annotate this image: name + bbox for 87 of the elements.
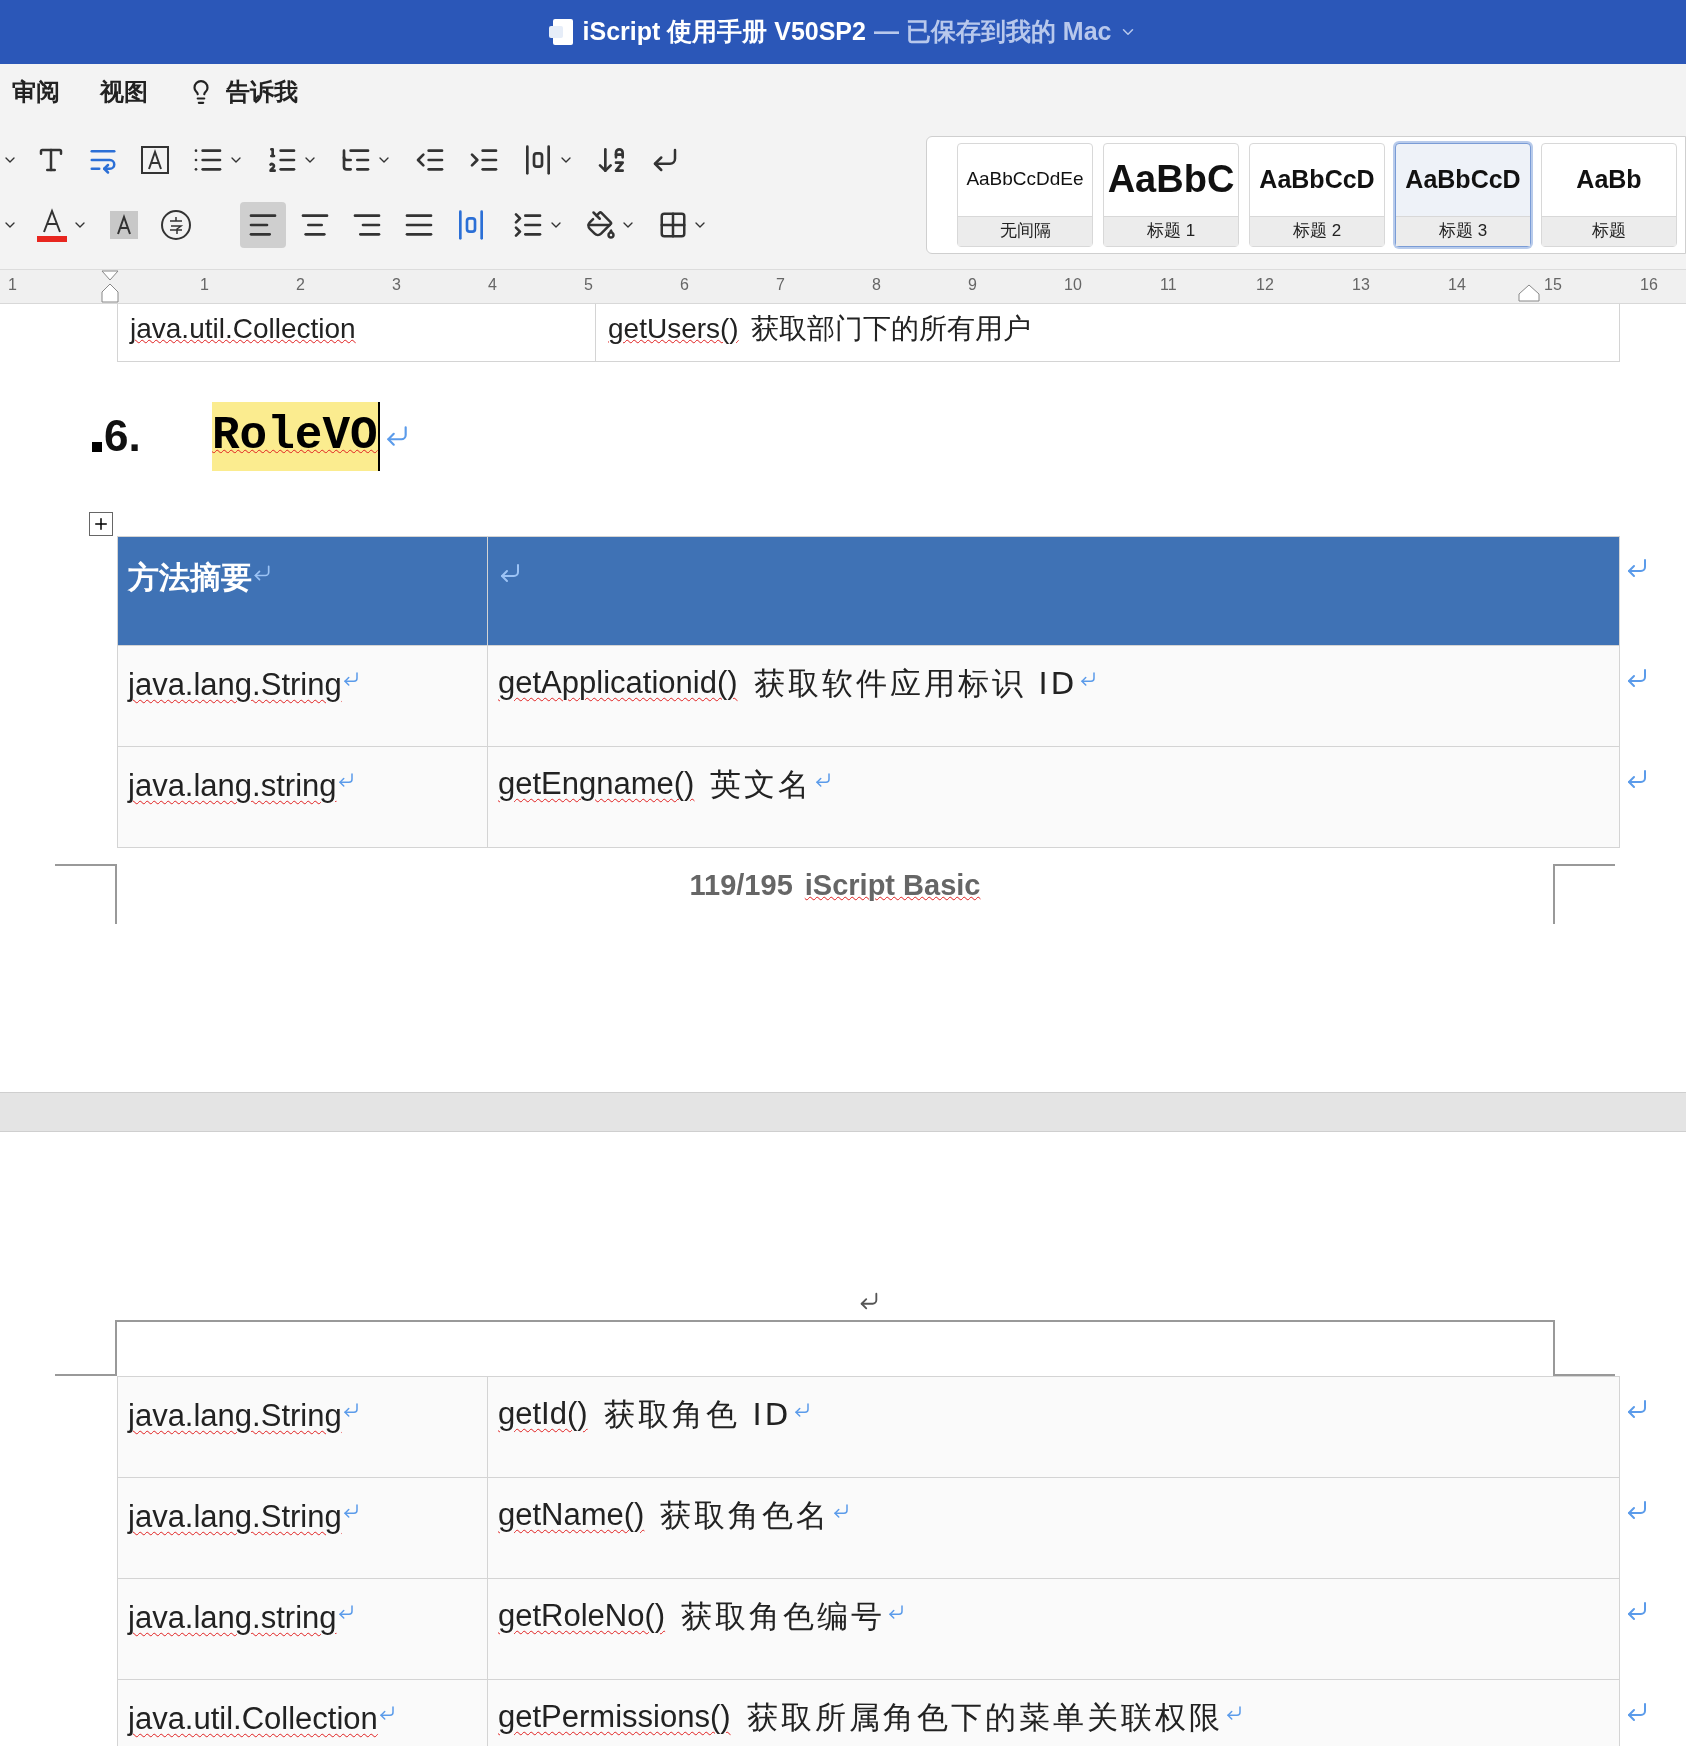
ruler-number: 11: [1160, 275, 1177, 295]
description-text: 获取部门下的所有用户: [750, 311, 1031, 347]
paragraph-mark-icon: [1079, 670, 1098, 688]
save-status: — 已保存到我的 Mac: [873, 16, 1112, 48]
tell-me-tab[interactable]: 告诉我: [188, 74, 298, 110]
method-text: getId(): [498, 1395, 588, 1433]
type-text: java.lang.String: [128, 1498, 342, 1536]
method-text: getName(): [498, 1496, 645, 1534]
paragraph-mark-icon: [341, 1401, 360, 1419]
paragraph-mark-icon: [814, 771, 833, 789]
paint-bucket-icon: [586, 209, 616, 240]
type-text: java.lang.String: [128, 1397, 342, 1435]
paragraph-mark-icon: [341, 1502, 360, 1520]
method-text: getApplicationid(): [498, 664, 738, 702]
description-text: 获取角色 ID: [603, 1395, 792, 1434]
ruler-number: 1: [200, 275, 209, 295]
paragraph-mark-icon: [1625, 767, 1649, 791]
paragraph-mark-icon: [832, 1502, 851, 1520]
ruler-number: 1: [8, 275, 17, 295]
method-text: getPermissions(): [498, 1698, 731, 1736]
description-text: 英文名: [710, 765, 813, 804]
type-text: java.lang.String: [128, 666, 342, 704]
indent-marker-icon: [1518, 284, 1540, 302]
style-option[interactable]: AaBbCcDdEe 无间隔: [957, 142, 1093, 247]
paragraph-mark-icon: [336, 771, 355, 789]
paragraph-mark-icon: [498, 561, 522, 585]
font-color-icon: [36, 207, 68, 242]
description-text: 获取软件应用标识 ID: [753, 664, 1078, 703]
move-icon: [92, 515, 110, 533]
window-title: iScript 使用手册 V50SP2: [582, 16, 866, 48]
boxed-letter-icon: [140, 144, 170, 175]
paragraph-mark-icon: [1625, 1700, 1649, 1724]
ruler-number: 8: [872, 275, 881, 295]
crop-mark: [55, 864, 117, 924]
ribbon-tab[interactable]: 视图: [100, 74, 148, 110]
ruler-number: 7: [776, 275, 785, 295]
paragraph-mark-icon: [1625, 1397, 1649, 1421]
bullet-icon: [92, 442, 102, 452]
description-text: 获取角色编号: [681, 1597, 886, 1636]
paragraph-mark-icon: [1224, 1704, 1243, 1722]
paragraph-mark-icon: [341, 670, 360, 688]
ruler-number: 15: [1544, 275, 1562, 295]
heading-number: 6.: [104, 410, 142, 462]
paragraph-mark-icon: [252, 563, 272, 583]
ruler-number: 16: [1640, 275, 1658, 295]
footer-title: iScript Basic: [804, 868, 981, 903]
ruler-number: 13: [1352, 275, 1370, 295]
method-text: getUsers(): [608, 312, 739, 346]
description-text: 获取角色名: [660, 1496, 831, 1535]
description-text: 获取所属角色下的菜单关联权限: [746, 1698, 1223, 1737]
paragraph-mark-icon: [1625, 556, 1649, 580]
method-text: getEngname(): [498, 765, 695, 803]
style-option[interactable]: AaBb 标题: [1541, 142, 1677, 247]
ruler-number: 12: [1256, 275, 1274, 295]
ruler-number: 14: [1448, 275, 1466, 295]
ruler-number: 5: [584, 275, 593, 295]
type-text: java.util.Collection: [128, 1700, 378, 1738]
shaded-letter-icon: [110, 210, 138, 239]
style-option[interactable]: AaBbCcD 标题 3: [1395, 142, 1531, 247]
paragraph-mark-icon: [887, 1603, 906, 1621]
style-option[interactable]: AaBbCcD 标题 2: [1249, 142, 1385, 247]
circled-character-icon: [160, 208, 192, 241]
ruler-number: 4: [488, 275, 497, 295]
method-text: getRoleNo(): [498, 1597, 666, 1635]
paragraph-mark-icon: [1625, 666, 1649, 690]
page-number: 119/195: [689, 868, 793, 903]
ruler-number: 2: [296, 275, 305, 295]
header-text: 方法摘要: [128, 559, 252, 597]
type-text: java.util.Collection: [130, 313, 356, 344]
paragraph-mark-icon: [1625, 1498, 1649, 1522]
paragraph-mark-icon: [1625, 1599, 1649, 1623]
ruler-number: 9: [968, 275, 977, 295]
paragraph-mark-icon: [793, 1401, 812, 1419]
style-option[interactable]: AaBbC 标题 1: [1103, 142, 1239, 247]
paragraph-mark-icon: [377, 1704, 396, 1722]
alignment-button[interactable]: [240, 201, 286, 248]
type-text: java.lang.string: [128, 1599, 337, 1637]
paragraph-mark-icon: [336, 1603, 355, 1621]
table-move-handle[interactable]: [89, 512, 113, 536]
heading-text: RoleVO: [212, 401, 380, 471]
ruler-number: 10: [1064, 275, 1082, 295]
type-text: java.lang.string: [128, 767, 337, 805]
ruler-number: 6: [680, 275, 689, 295]
document-icon: [548, 18, 575, 46]
crop-mark: [1553, 864, 1615, 924]
ruler-number: 3: [392, 275, 401, 295]
ribbon-tab[interactable]: 审阅: [12, 74, 60, 110]
